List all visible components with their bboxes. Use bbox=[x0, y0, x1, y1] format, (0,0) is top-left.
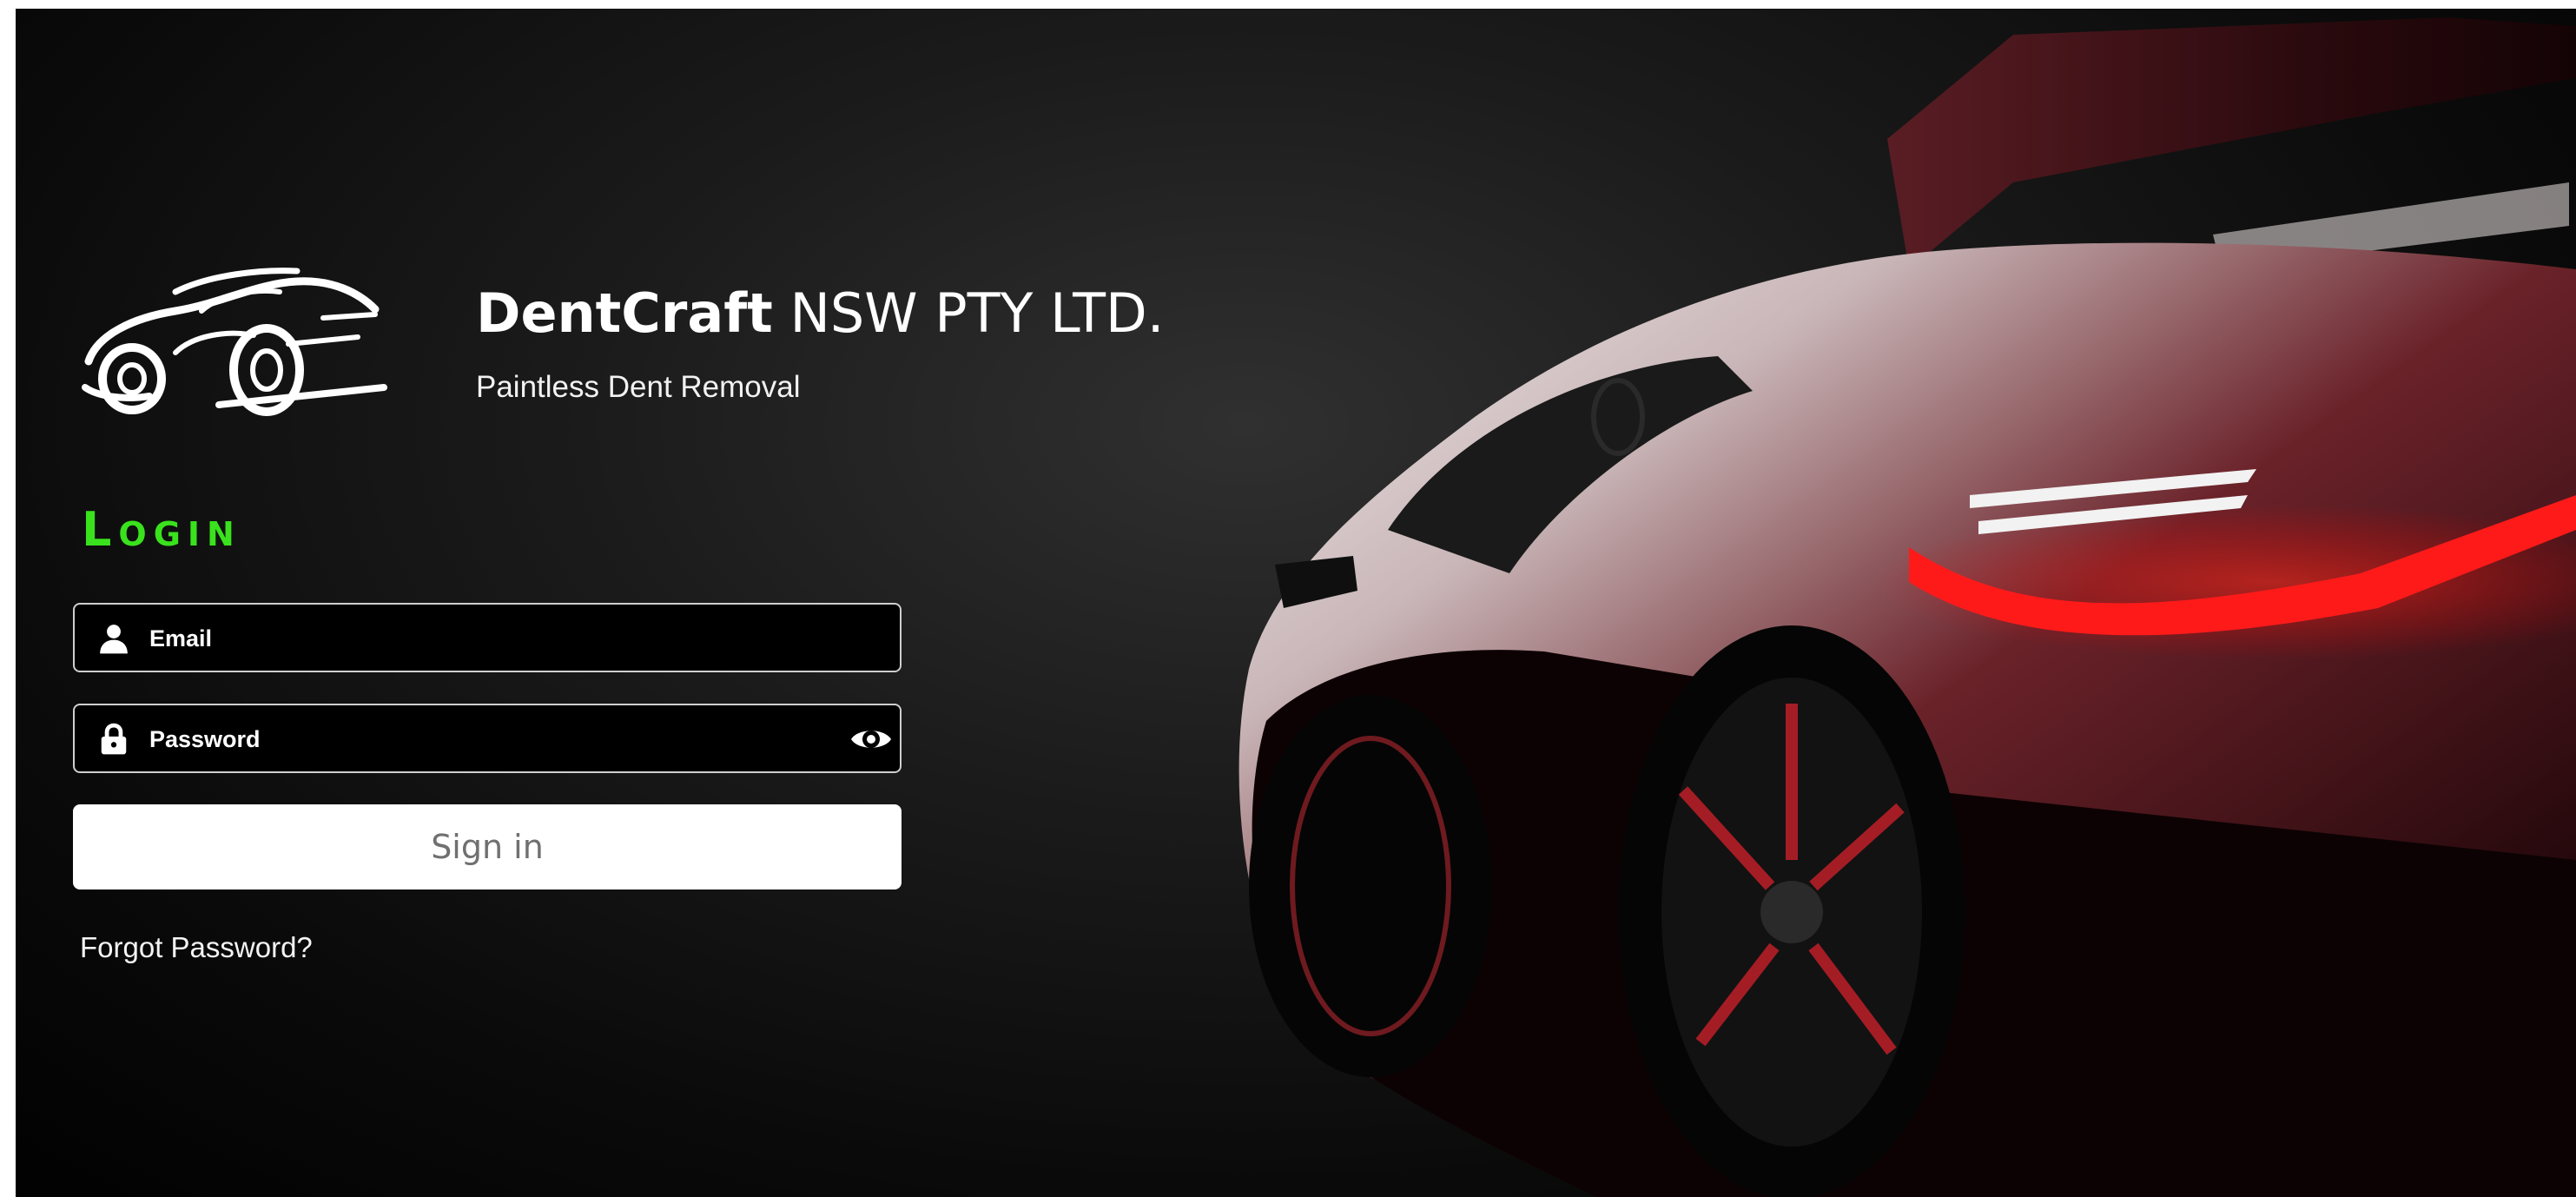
car-logo-icon bbox=[82, 268, 387, 416]
brand-header: DentCraft NSW PTY LTD. Paintless Dent Re… bbox=[71, 248, 1164, 431]
login-page: DentCraft NSW PTY LTD. Paintless Dent Re… bbox=[16, 9, 2576, 1197]
login-title: Login bbox=[82, 502, 241, 557]
password-input[interactable] bbox=[148, 705, 829, 773]
lock-icon bbox=[101, 723, 127, 755]
brand-name-bold: DentCraft bbox=[476, 281, 773, 345]
hero-car-image bbox=[1238, 17, 2576, 1197]
brand-name: DentCraft NSW PTY LTD. bbox=[476, 281, 1164, 345]
email-input[interactable] bbox=[148, 605, 829, 672]
user-icon bbox=[100, 625, 128, 654]
forgot-password-link[interactable]: Forgot Password? bbox=[80, 931, 313, 964]
sign-in-button[interactable]: Sign in bbox=[73, 804, 902, 889]
brand-name-rest: NSW PTY LTD. bbox=[789, 281, 1165, 345]
eye-icon[interactable] bbox=[849, 721, 893, 757]
brand-tagline: Paintless Dent Removal bbox=[476, 370, 801, 404]
password-field[interactable] bbox=[73, 704, 902, 773]
email-field[interactable] bbox=[73, 603, 902, 672]
